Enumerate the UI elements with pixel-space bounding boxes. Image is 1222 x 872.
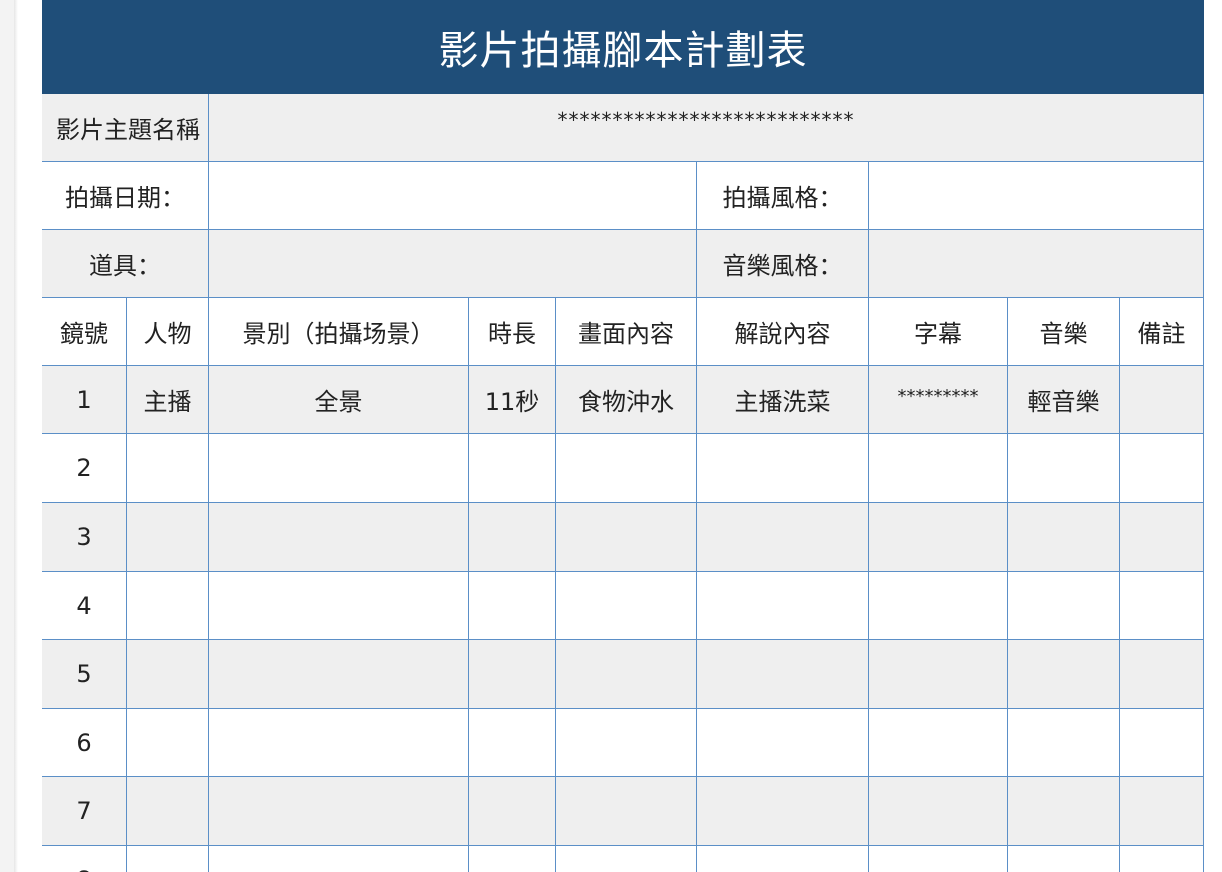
table-cell-narration[interactable] [697, 572, 869, 640]
table-cell-shot-number[interactable]: 2 [42, 434, 127, 503]
table-cell-notes[interactable] [1120, 434, 1204, 503]
table-cell-narration[interactable] [697, 846, 869, 872]
table-cell-music[interactable] [1008, 846, 1120, 872]
table-cell-shot-number[interactable]: 4 [42, 572, 127, 640]
table-cell-duration[interactable] [469, 640, 556, 709]
table-cell-notes[interactable] [1120, 366, 1204, 434]
table-cell-duration[interactable] [469, 434, 556, 503]
music-style-label: 音樂風格： [697, 230, 869, 298]
script-plan-sheet: 影片拍攝腳本計劃表 影片主題名稱 ***********************… [42, 0, 1204, 872]
table-cell-character[interactable] [127, 434, 209, 503]
header-shot-number: 鏡號 [42, 298, 127, 366]
table-cell-narration[interactable] [697, 709, 869, 777]
table-cell-notes[interactable] [1120, 846, 1204, 872]
props-field[interactable] [209, 230, 697, 298]
topic-value[interactable]: *************************** [209, 94, 1204, 162]
table-cell-duration[interactable] [469, 709, 556, 777]
table-cell-narration[interactable] [697, 434, 869, 503]
header-notes: 備註 [1120, 298, 1204, 366]
table-cell-scene[interactable] [209, 434, 469, 503]
table-cell-subtitles[interactable] [869, 640, 1008, 709]
table-cell-duration[interactable] [469, 503, 556, 572]
table-cell-duration[interactable]: 11秒 [469, 366, 556, 434]
table-cell-visual-content[interactable] [556, 434, 697, 503]
shooting-style-label: 拍攝風格： [697, 162, 869, 230]
table-cell-scene[interactable] [209, 777, 469, 846]
table-cell-character[interactable] [127, 640, 209, 709]
table-cell-notes[interactable] [1120, 503, 1204, 572]
table-cell-subtitles[interactable]: ********* [869, 366, 1008, 434]
table-cell-music[interactable] [1008, 777, 1120, 846]
table-cell-visual-content[interactable]: 食物沖水 [556, 366, 697, 434]
table-cell-scene[interactable]: 全景 [209, 366, 469, 434]
table-cell-subtitles[interactable] [869, 434, 1008, 503]
header-subtitles: 字幕 [869, 298, 1008, 366]
table-cell-character[interactable] [127, 777, 209, 846]
topic-label: 影片主題名稱 [42, 94, 209, 162]
table-cell-character[interactable]: 主播 [127, 366, 209, 434]
table-cell-visual-content[interactable] [556, 640, 697, 709]
table-cell-notes[interactable] [1120, 777, 1204, 846]
table-cell-shot-number[interactable]: 3 [42, 503, 127, 572]
table-cell-music[interactable] [1008, 503, 1120, 572]
shooting-style-field[interactable] [869, 162, 1204, 230]
table-cell-visual-content[interactable] [556, 709, 697, 777]
header-music: 音樂 [1008, 298, 1120, 366]
header-duration: 時長 [469, 298, 556, 366]
table-cell-character[interactable] [127, 846, 209, 872]
table-cell-music[interactable] [1008, 709, 1120, 777]
table-cell-character[interactable] [127, 503, 209, 572]
table-cell-narration[interactable] [697, 640, 869, 709]
sheet-title: 影片拍攝腳本計劃表 [42, 0, 1204, 94]
table-cell-visual-content[interactable] [556, 846, 697, 872]
table-cell-scene[interactable] [209, 572, 469, 640]
table-cell-subtitles[interactable] [869, 777, 1008, 846]
table-cell-scene[interactable] [209, 846, 469, 872]
table-cell-shot-number[interactable]: 8 [42, 846, 127, 872]
table-cell-character[interactable] [127, 572, 209, 640]
table-cell-scene[interactable] [209, 503, 469, 572]
table-cell-subtitles[interactable] [869, 846, 1008, 872]
table-cell-scene[interactable] [209, 640, 469, 709]
table-cell-duration[interactable] [469, 572, 556, 640]
table-cell-visual-content[interactable] [556, 777, 697, 846]
table-cell-shot-number[interactable]: 1 [42, 366, 127, 434]
table-cell-shot-number[interactable]: 7 [42, 777, 127, 846]
table-cell-notes[interactable] [1120, 572, 1204, 640]
table-cell-notes[interactable] [1120, 640, 1204, 709]
table-cell-scene[interactable] [209, 709, 469, 777]
table-cell-duration[interactable] [469, 846, 556, 872]
header-character: 人物 [127, 298, 209, 366]
table-cell-music[interactable] [1008, 572, 1120, 640]
music-style-field[interactable] [869, 230, 1204, 298]
date-label: 拍攝日期： [42, 162, 209, 230]
table-cell-duration[interactable] [469, 777, 556, 846]
table-cell-visual-content[interactable] [556, 572, 697, 640]
table-cell-music[interactable]: 輕音樂 [1008, 366, 1120, 434]
header-narration: 解說內容 [697, 298, 869, 366]
table-cell-narration[interactable]: 主播洗菜 [697, 366, 869, 434]
table-cell-narration[interactable] [697, 777, 869, 846]
page-shadow [14, 0, 18, 872]
table-cell-notes[interactable] [1120, 709, 1204, 777]
page-gutter [0, 0, 14, 872]
date-field[interactable] [209, 162, 697, 230]
table-cell-visual-content[interactable] [556, 503, 697, 572]
table-cell-music[interactable] [1008, 640, 1120, 709]
table-cell-subtitles[interactable] [869, 503, 1008, 572]
props-label: 道具： [42, 230, 209, 298]
header-scene: 景別（拍攝场景） [209, 298, 469, 366]
table-cell-narration[interactable] [697, 503, 869, 572]
table-cell-shot-number[interactable]: 5 [42, 640, 127, 709]
table-cell-music[interactable] [1008, 434, 1120, 503]
table-cell-subtitles[interactable] [869, 572, 1008, 640]
table-cell-character[interactable] [127, 709, 209, 777]
header-visual-content: 畫面內容 [556, 298, 697, 366]
table-cell-shot-number[interactable]: 6 [42, 709, 127, 777]
table-cell-subtitles[interactable] [869, 709, 1008, 777]
